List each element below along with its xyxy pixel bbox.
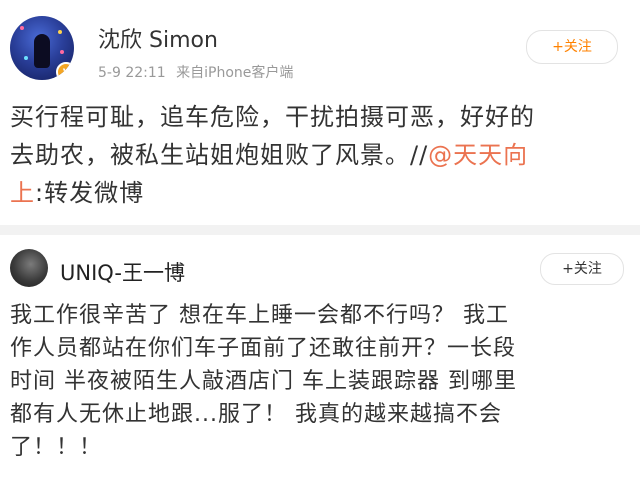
post-text-line: 我工作很辛苦了 想在车上睡一会都不行吗？ 我工 bbox=[10, 303, 509, 328]
divider bbox=[0, 225, 640, 235]
post-text-line: 了！！！ bbox=[10, 435, 103, 460]
post-text-line: 去助农，被私生站姐炮姐败了风景。//@天天向 bbox=[10, 141, 529, 169]
post-text-line: 时间 半夜被陌生人敲酒店门 车上装跟踪器 到哪里 bbox=[10, 369, 517, 394]
avatar[interactable] bbox=[10, 249, 48, 287]
post-text-line: 上:转发微博 bbox=[10, 179, 145, 207]
mention-link[interactable]: @天天向 bbox=[428, 141, 528, 169]
mention-link[interactable]: 上 bbox=[10, 179, 35, 207]
post-meta: 5-9 22:11 来自iPhone客户端 bbox=[98, 62, 299, 82]
author-name[interactable]: UNIQ-王一博 bbox=[60, 257, 185, 287]
follow-button[interactable]: +关注 bbox=[540, 253, 624, 285]
follow-button[interactable]: +关注 bbox=[526, 30, 618, 64]
post-text-line: 都有人无休止地跟...服了！ 我真的越来越搞不会 bbox=[10, 402, 502, 427]
author-name[interactable]: 沈欣 Simon bbox=[98, 22, 218, 54]
post-date: 5-9 22:11 bbox=[98, 65, 166, 81]
weibo-post-uniq: UNIQ-王一博 +关注 我工作很辛苦了 想在车上睡一会都不行吗？ 我工 作人员… bbox=[0, 235, 640, 497]
post-source: 来自iPhone客户端 bbox=[176, 65, 294, 81]
verified-badge-icon: v bbox=[56, 62, 74, 80]
post-text: 买行程可耻，追车危险，干扰拍摄可恶，好好的 去助农，被私生站姐炮姐败了风景。//… bbox=[10, 98, 630, 212]
weibo-post-simon: v 沈欣 Simon 5-9 22:11 来自iPhone客户端 +关注 买行程… bbox=[0, 0, 640, 225]
post-text: 我工作很辛苦了 想在车上睡一会都不行吗？ 我工 作人员都站在你们车子面前了还敢往… bbox=[10, 299, 630, 464]
post-text-line: 买行程可耻，追车危险，干扰拍摄可恶，好好的 bbox=[10, 103, 535, 131]
avatar[interactable]: v bbox=[10, 16, 74, 80]
post-text-line: 作人员都站在你们车子面前了还敢往前开？一长段 bbox=[10, 336, 517, 361]
